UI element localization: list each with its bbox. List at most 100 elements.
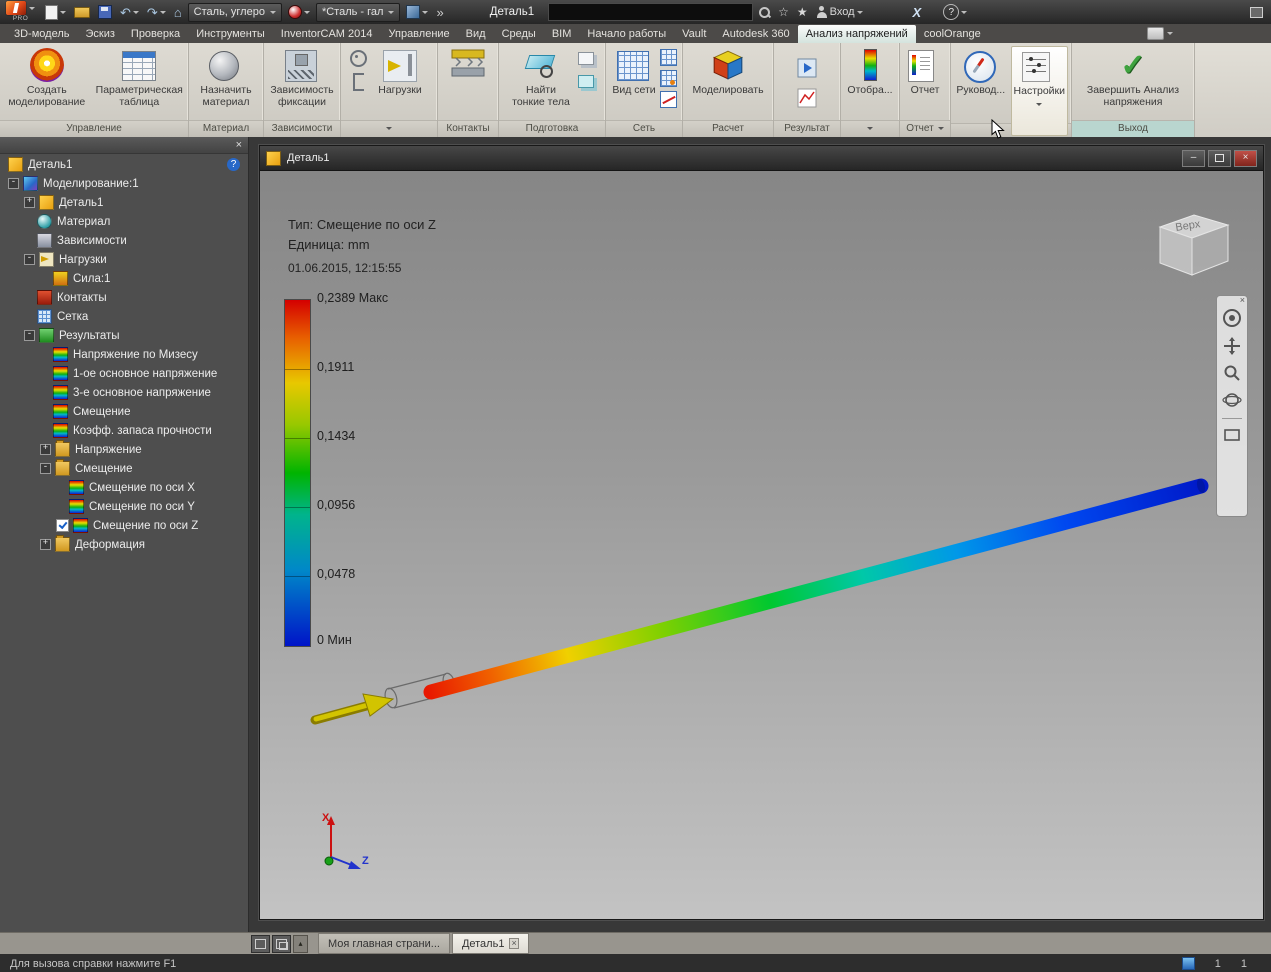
convergence-button[interactable] bbox=[660, 91, 677, 108]
zoom-icon[interactable] bbox=[1223, 364, 1241, 382]
mesh-settings-button[interactable] bbox=[660, 49, 677, 66]
ui-appearance-switcher[interactable] bbox=[1147, 27, 1173, 43]
tab-vault[interactable]: Vault bbox=[674, 25, 714, 43]
tree-item-part-root[interactable]: Деталь1 ? bbox=[0, 155, 248, 174]
tree-item-part[interactable]: + Деталь1 bbox=[0, 193, 248, 212]
tab-bim[interactable]: BIM bbox=[544, 25, 580, 43]
doc-minimize-button[interactable]: – bbox=[1182, 149, 1205, 167]
appearance-combo[interactable]: *Сталь - гал bbox=[315, 2, 401, 22]
material-ball-button[interactable] bbox=[286, 2, 312, 22]
panel-label-constraints[interactable]: Зависимости bbox=[264, 119, 340, 137]
arrange-windows-icon[interactable] bbox=[251, 934, 270, 953]
expander-icon[interactable]: - bbox=[40, 463, 51, 474]
panel-label-exit[interactable]: Выход bbox=[1072, 119, 1194, 137]
tree-item-von-mises[interactable]: Напряжение по Мизесу bbox=[0, 345, 248, 364]
panel-label-result[interactable]: Результат bbox=[774, 119, 840, 137]
loads-button[interactable]: Нагрузки bbox=[371, 46, 429, 99]
expander-icon[interactable]: + bbox=[40, 444, 51, 455]
create-simulation-button[interactable]: Создать моделирование bbox=[3, 46, 91, 111]
open-button[interactable] bbox=[72, 2, 92, 22]
tab-instrumenty[interactable]: Инструменты bbox=[188, 25, 273, 43]
fixture-constraint-button[interactable]: Зависимость фиксации bbox=[267, 46, 337, 111]
tab-sredy[interactable]: Среды bbox=[494, 25, 544, 43]
tree-item-safety-factor[interactable]: Коэфф. запаса прочности bbox=[0, 421, 248, 440]
expander-icon[interactable]: - bbox=[24, 330, 35, 341]
tree-item-contacts[interactable]: Контакты bbox=[0, 288, 248, 307]
home-view-button[interactable]: ⌂ bbox=[172, 2, 184, 22]
simulate-button[interactable]: Моделировать bbox=[687, 46, 769, 99]
tab-vid[interactable]: Вид bbox=[458, 25, 494, 43]
view-cube[interactable]: Верх bbox=[1146, 203, 1238, 283]
tab-document[interactable]: Деталь1 × bbox=[451, 933, 529, 954]
tab-upravlenie[interactable]: Управление bbox=[381, 25, 458, 43]
redo-button[interactable]: ↷ bbox=[145, 2, 168, 22]
expander-icon[interactable]: + bbox=[40, 539, 51, 550]
prepare-midsurface-button[interactable] bbox=[576, 72, 595, 91]
mesh-view-button[interactable]: Вид сети bbox=[611, 46, 657, 99]
tab-autodesk-360[interactable]: Autodesk 360 bbox=[714, 25, 797, 43]
favorites-edit-button[interactable]: ☆ bbox=[776, 2, 791, 22]
orbit-icon[interactable] bbox=[1222, 391, 1242, 409]
tab-3d-model[interactable]: 3D-модель bbox=[6, 25, 77, 43]
search-input[interactable] bbox=[548, 3, 754, 21]
help-button[interactable]: ? bbox=[941, 2, 969, 22]
navigation-bar[interactable]: × bbox=[1216, 295, 1248, 517]
tree-item-displacement[interactable]: Смещение bbox=[0, 402, 248, 421]
document-title-bar[interactable]: Деталь1 – × bbox=[260, 146, 1263, 171]
checkbox-checked[interactable] bbox=[56, 519, 69, 532]
tree-item-displacement-z[interactable]: Смещение по оси Z bbox=[0, 516, 248, 535]
finish-analysis-button[interactable]: ✓ Завершить Анализ напряжения bbox=[1076, 46, 1190, 111]
favorites-button[interactable]: ★ bbox=[795, 2, 810, 22]
tree-item-displacement-x[interactable]: Смещение по оси X bbox=[0, 478, 248, 497]
tree-item-principal-3[interactable]: 3-е основное напряжение bbox=[0, 383, 248, 402]
infocenter-toggle-button[interactable] bbox=[1248, 2, 1265, 22]
new-file-button[interactable] bbox=[43, 2, 68, 22]
tab-nachalo-raboty[interactable]: Начало работы bbox=[579, 25, 674, 43]
expander-icon[interactable]: + bbox=[24, 197, 35, 208]
tab-eskiz[interactable]: Эскиз bbox=[77, 25, 122, 43]
search-button[interactable] bbox=[757, 2, 772, 22]
navigation-wheel-icon[interactable] bbox=[1222, 308, 1242, 328]
toolbar-overflow-button[interactable]: » bbox=[434, 2, 445, 22]
assign-material-button[interactable]: Назначить материал bbox=[192, 46, 260, 111]
panel-label-display[interactable] bbox=[841, 119, 899, 137]
tree-item-stress-folder[interactable]: + Напряжение bbox=[0, 440, 248, 459]
expander-icon[interactable]: - bbox=[8, 178, 19, 189]
tree-item-constraints[interactable]: Зависимости bbox=[0, 231, 248, 250]
cascade-windows-icon[interactable] bbox=[272, 934, 291, 953]
tree-item-material[interactable]: Материал bbox=[0, 212, 248, 231]
doc-close-button[interactable]: × bbox=[1234, 149, 1257, 167]
tree-item-results[interactable]: - Результаты bbox=[0, 326, 248, 345]
exchange-apps-button[interactable]: X bbox=[911, 2, 924, 22]
tree-item-simulation[interactable]: - Моделирование:1 bbox=[0, 174, 248, 193]
panel-label-material[interactable]: Материал bbox=[189, 119, 263, 137]
tab-coolorange[interactable]: coolOrange bbox=[916, 25, 989, 43]
contacts-button[interactable] bbox=[449, 46, 487, 80]
save-button[interactable] bbox=[96, 2, 114, 22]
panel-label-solve[interactable]: Расчет bbox=[683, 119, 773, 137]
look-at-icon[interactable] bbox=[1223, 428, 1241, 442]
tab-inventorcam[interactable]: InventorCAM 2014 bbox=[273, 25, 381, 43]
tree-item-deformation[interactable]: + Деформация bbox=[0, 535, 248, 554]
sign-in-button[interactable]: Вход bbox=[814, 2, 865, 22]
guide-button[interactable]: Руковод... bbox=[954, 46, 1008, 99]
viewport-3d[interactable]: Тип: Смещение по оси Z Единица: mm 01.06… bbox=[260, 171, 1263, 919]
local-mesh-button[interactable] bbox=[660, 70, 677, 87]
panel-label-manage[interactable]: Управление bbox=[0, 119, 188, 137]
expander-icon[interactable]: - bbox=[24, 254, 35, 265]
animate-results-button[interactable] bbox=[795, 56, 819, 80]
prepare-offset-button[interactable] bbox=[576, 49, 595, 68]
tree-item-mesh[interactable]: Сетка bbox=[0, 307, 248, 326]
panel-label-report[interactable]: Отчет bbox=[900, 119, 950, 137]
panel-label-prepare[interactable]: Подготовка bbox=[499, 119, 605, 137]
tab-analiz-napryazheniy[interactable]: Анализ напряжений bbox=[797, 25, 916, 43]
settings-button[interactable]: Настройки bbox=[1010, 46, 1068, 136]
report-button[interactable]: Отчет bbox=[903, 46, 947, 99]
tree-item-loads[interactable]: - Нагрузки bbox=[0, 250, 248, 269]
tree-item-principal-1[interactable]: 1-ое основное напряжение bbox=[0, 364, 248, 383]
application-menu-button[interactable]: PRO bbox=[6, 1, 35, 23]
browser-help-icon[interactable]: ? bbox=[227, 158, 240, 171]
display-button[interactable]: Отобра... bbox=[844, 46, 896, 99]
tree-item-displacement-y[interactable]: Смещение по оси Y bbox=[0, 497, 248, 516]
material-combo[interactable]: Сталь, углеро bbox=[187, 2, 282, 22]
